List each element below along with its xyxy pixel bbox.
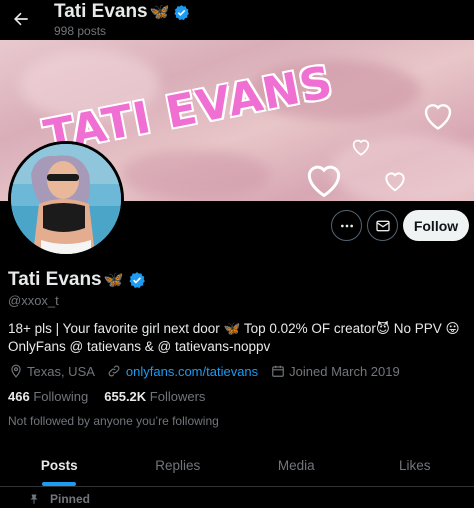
tab-label: Likes (398, 458, 431, 473)
verified-badge-icon[interactable] (128, 271, 146, 289)
website-link[interactable]: onlyfans.com/tatievans (126, 364, 258, 379)
following-link[interactable]: 466 Following (8, 389, 88, 404)
followers-label: Followers (149, 389, 206, 404)
tab-likes[interactable]: Likes (356, 445, 474, 486)
location-text: Texas, USA (27, 363, 95, 379)
more-options-button[interactable] (331, 210, 362, 241)
tab-label: Media (277, 458, 315, 473)
pinned-label: Pinned (50, 492, 91, 506)
followed-by-note: Not followed by anyone you’re following (8, 414, 219, 428)
tab-media[interactable]: Media (237, 445, 356, 486)
website-item[interactable]: onlyfans.com/tatievans (107, 364, 258, 379)
follow-counts: 466 Following 655.2K Followers (8, 389, 205, 404)
following-count: 466 (8, 389, 30, 404)
heart-outline-icon (352, 139, 370, 156)
link-icon (107, 364, 122, 379)
heart-outline-icon (385, 172, 405, 192)
followers-link[interactable]: 655.2K Followers (104, 389, 205, 404)
tab-label: Replies (155, 458, 201, 473)
location-pin-icon (8, 364, 23, 379)
display-name-row: Tati Evans 🦋 (8, 269, 146, 291)
top-bar: Tati Evans 🦋 998 posts (0, 0, 474, 40)
profile-tabs: Posts Replies Media Likes (0, 445, 474, 487)
butterfly-emoji: 🦋 (103, 272, 124, 289)
butterfly-emoji: 🦋 (149, 4, 170, 21)
post-count: 998 posts (54, 24, 107, 38)
header-title-row: Tati Evans 🦋 (54, 1, 190, 23)
pin-icon (28, 493, 40, 505)
tab-posts[interactable]: Posts (0, 445, 119, 486)
tab-replies[interactable]: Replies (119, 445, 238, 486)
envelope-icon (375, 220, 390, 231)
tab-label: Posts (40, 458, 78, 473)
bio-line: OnlyFans @ tatievans & @ tatievans-noppv (8, 339, 271, 354)
header-title: Tati Evans (54, 1, 148, 22)
active-tab-indicator (42, 482, 77, 486)
joined-item: Joined March 2019 (270, 364, 400, 379)
back-arrow-icon[interactable] (8, 6, 34, 32)
profile-meta: Texas, USA onlyfans.com/tatievans Joined… (8, 362, 412, 380)
bio-line: 18+ pls | Your favorite girl next door 🦋… (8, 321, 460, 336)
calendar-icon (270, 364, 285, 379)
bio: 18+ pls | Your favorite girl next door 🦋… (8, 320, 468, 356)
pinned-indicator: Pinned (28, 492, 90, 506)
message-button[interactable] (367, 210, 398, 241)
follow-button[interactable]: Follow (403, 210, 469, 241)
display-name: Tati Evans (8, 269, 102, 290)
heart-outline-icon (307, 165, 341, 198)
location-item: Texas, USA (8, 364, 95, 379)
avatar[interactable] (8, 141, 124, 257)
heart-outline-icon (424, 104, 452, 130)
followers-count: 655.2K (104, 389, 147, 404)
user-handle: @xxox_t (8, 293, 59, 308)
verified-badge-icon (173, 4, 190, 21)
ellipsis-icon (340, 224, 353, 227)
following-label: Following (33, 389, 89, 404)
joined-text: Joined March 2019 (289, 363, 400, 379)
